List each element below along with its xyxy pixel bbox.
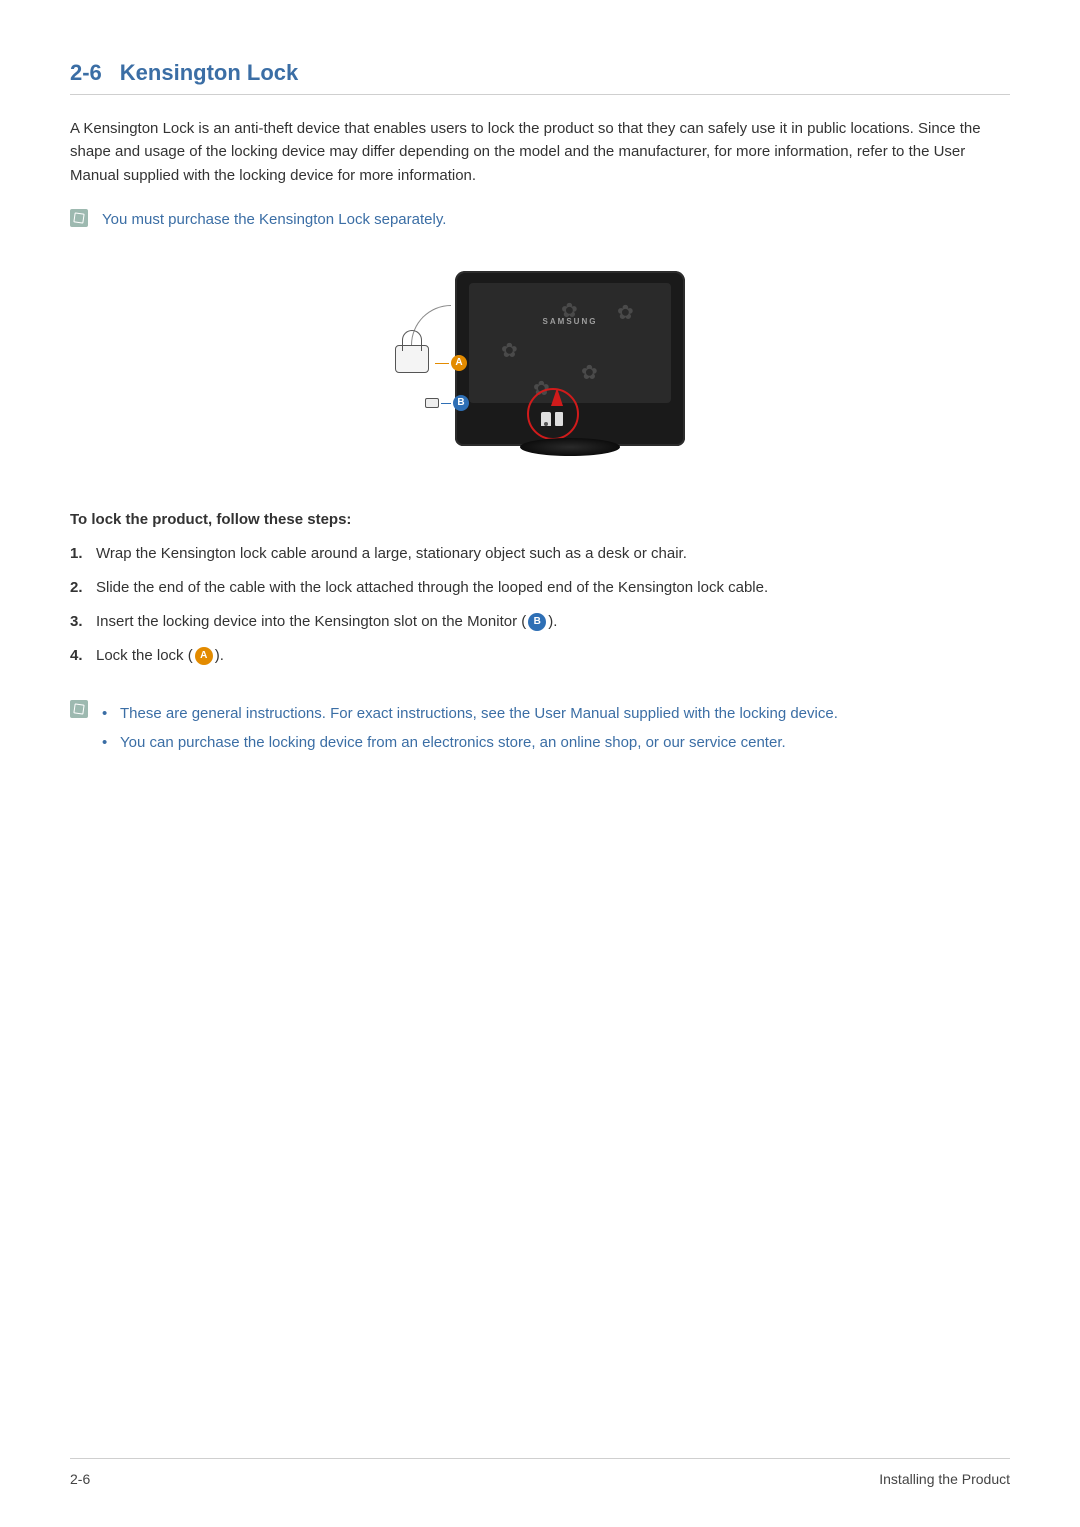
note-text-1: You must purchase the Kensington Lock se… bbox=[102, 209, 446, 232]
monitor-body: SAMSUNG bbox=[455, 271, 685, 446]
footer-right: Installing the Product bbox=[879, 1471, 1010, 1487]
leader-line bbox=[441, 403, 451, 404]
step-text: Wrap the Kensington lock cable around a … bbox=[96, 542, 1010, 566]
section-header: 2-6 Kensington Lock bbox=[70, 60, 1010, 95]
step-number: 3. bbox=[70, 610, 96, 634]
lock-assembly bbox=[395, 345, 429, 373]
marker-b-icon: B bbox=[453, 395, 469, 411]
page-footer: 2-6 Installing the Product bbox=[70, 1458, 1010, 1487]
padlock-icon bbox=[395, 345, 429, 373]
steps-list: 1. Wrap the Kensington lock cable around… bbox=[70, 542, 1010, 678]
flower-icon bbox=[501, 341, 521, 361]
note-block-1: You must purchase the Kensington Lock se… bbox=[70, 209, 1010, 232]
leader-line bbox=[435, 363, 449, 364]
intro-paragraph: A Kensington Lock is an anti-theft devic… bbox=[70, 117, 1010, 187]
step-text-pre: Lock the lock ( bbox=[96, 647, 193, 664]
flower-icon bbox=[561, 301, 581, 321]
step-text: Insert the locking device into the Kensi… bbox=[96, 610, 1010, 634]
step-item: 1. Wrap the Kensington lock cable around… bbox=[70, 542, 1010, 566]
note-bullet: You can purchase the locking device from… bbox=[102, 729, 838, 758]
marker-a-icon: A bbox=[195, 647, 213, 665]
note-bullet-list: These are general instructions. For exac… bbox=[102, 700, 838, 757]
marker-a-icon: A bbox=[451, 355, 467, 371]
monitor-stand bbox=[520, 438, 620, 456]
step-text: Lock the lock (A). bbox=[96, 644, 1010, 668]
callout-b: B bbox=[425, 395, 469, 411]
footer-left: 2-6 bbox=[70, 1471, 90, 1487]
note-icon bbox=[70, 700, 88, 718]
step-number: 1. bbox=[70, 542, 96, 566]
step-text-post: ). bbox=[215, 647, 224, 664]
kensington-slot bbox=[541, 412, 563, 426]
flower-icon bbox=[581, 363, 601, 383]
note-bullet: These are general instructions. For exac… bbox=[102, 700, 838, 729]
step-number: 4. bbox=[70, 644, 96, 668]
section-number: 2-6 bbox=[70, 60, 102, 86]
steps-heading: To lock the product, follow these steps: bbox=[70, 511, 1010, 528]
spacer bbox=[70, 757, 1010, 1458]
figure: SAMSUNG bbox=[70, 271, 1010, 471]
monitor-illustration: SAMSUNG bbox=[395, 271, 685, 471]
page: 2-6 Kensington Lock A Kensington Lock is… bbox=[0, 0, 1080, 1527]
slot-icon bbox=[555, 412, 563, 426]
step-text-pre: Insert the locking device into the Kensi… bbox=[96, 613, 526, 630]
arrow-up-icon bbox=[551, 388, 563, 406]
step-number: 2. bbox=[70, 576, 96, 600]
step-text-post: ). bbox=[548, 613, 557, 630]
note-block-2: These are general instructions. For exac… bbox=[70, 700, 1010, 757]
step-text: Slide the end of the cable with the lock… bbox=[96, 576, 1010, 600]
lock-slot-icon bbox=[541, 412, 551, 426]
monitor-screen: SAMSUNG bbox=[469, 283, 671, 403]
step-item: 3. Insert the locking device into the Ke… bbox=[70, 610, 1010, 634]
step-item: 2. Slide the end of the cable with the l… bbox=[70, 576, 1010, 600]
callout-a: A bbox=[435, 355, 467, 371]
note-icon bbox=[70, 209, 88, 227]
step-item: 4. Lock the lock (A). bbox=[70, 644, 1010, 668]
flower-icon bbox=[617, 303, 637, 323]
lock-barrel-icon bbox=[425, 398, 439, 408]
section-title: Kensington Lock bbox=[120, 60, 298, 86]
marker-b-icon: B bbox=[528, 613, 546, 631]
